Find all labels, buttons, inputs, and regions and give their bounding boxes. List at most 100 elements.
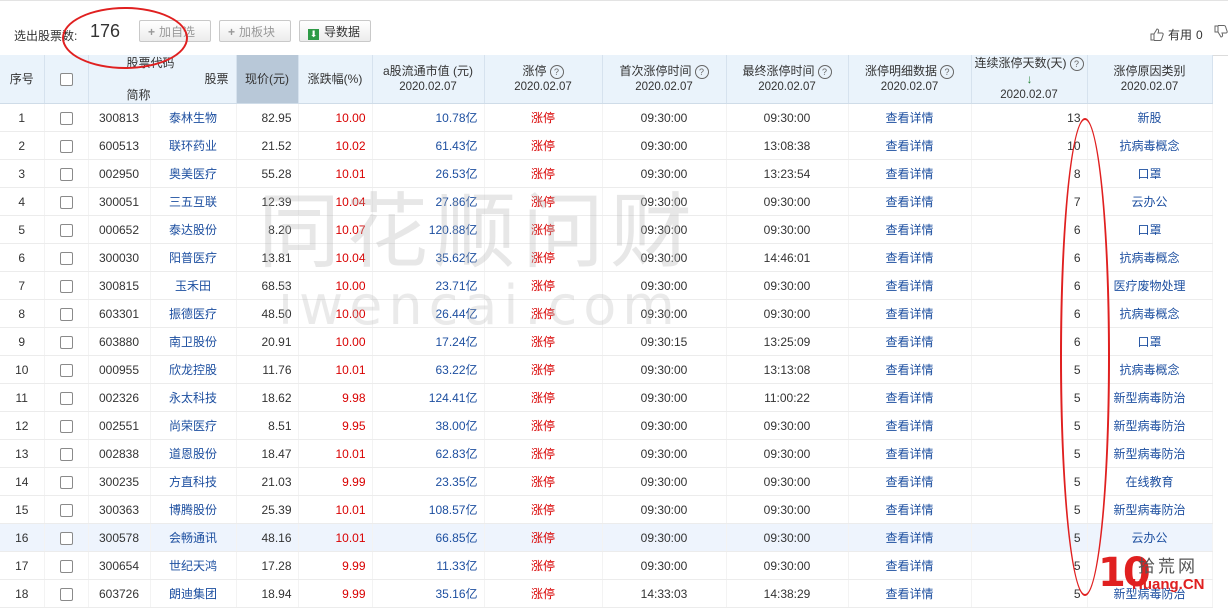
cell-name[interactable]: 振德医疗: [150, 299, 237, 328]
cell-name[interactable]: 朗迪集团: [150, 579, 237, 608]
cell-reason[interactable]: 云办公: [1087, 187, 1213, 216]
cell-mktcap[interactable]: 66.85亿: [372, 523, 485, 552]
cell-detail[interactable]: 查看详情: [848, 383, 972, 412]
cell-mktcap[interactable]: 61.43亿: [372, 131, 485, 160]
help-icon[interactable]: ?: [549, 65, 564, 79]
col-mktcap[interactable]: a股流通市值 (元) 2020.02.07: [372, 55, 485, 104]
table-row[interactable]: 14 300235 方直科技 21.03 9.99 23.35亿 涨停 09:30:00 09:…: [0, 467, 1213, 496]
table-row[interactable]: 2 600513 联环药业 21.52 10.02 61.43亿 涨停 09:30:00 13:…: [0, 131, 1213, 160]
col-last-time[interactable]: 最终涨停时间? 2020.02.07: [726, 55, 849, 104]
row-checkbox[interactable]: [59, 559, 73, 573]
col-streak[interactable]: 连续涨停天数(天) ? ↓ 2020.02.07: [971, 55, 1088, 104]
table-row[interactable]: 17 300654 世纪天鸿 17.28 9.99 11.33亿 涨停 09:30:00 09:…: [0, 551, 1213, 580]
cell-reason[interactable]: 云办公: [1087, 523, 1213, 552]
table-row[interactable]: 5 000652 泰达股份 8.20 10.07 120.88亿 涨停 09:30:00 09:…: [0, 215, 1213, 244]
cell-reason[interactable]: [1087, 551, 1213, 580]
cell-mktcap[interactable]: 23.35亿: [372, 467, 485, 496]
cell-name[interactable]: 博腾股份: [150, 495, 237, 524]
row-checkbox[interactable]: [59, 391, 73, 405]
cell-detail[interactable]: 查看详情: [848, 439, 972, 468]
row-checkbox[interactable]: [59, 503, 73, 517]
cell-detail[interactable]: 查看详情: [848, 187, 972, 216]
cell-name[interactable]: 世纪天鸿: [150, 551, 237, 580]
cell-name[interactable]: 泰达股份: [150, 215, 237, 244]
cell-detail[interactable]: 查看详情: [848, 271, 972, 300]
table-row[interactable]: 7 300815 玉禾田 68.53 10.00 23.71亿 涨停 09:30:00 09:3…: [0, 271, 1213, 300]
cell-detail[interactable]: 查看详情: [848, 243, 972, 272]
cell-detail[interactable]: 查看详情: [848, 467, 972, 496]
table-row[interactable]: 3 002950 奥美医疗 55.28 10.01 26.53亿 涨停 09:30:00 13:…: [0, 159, 1213, 188]
cell-name[interactable]: 永太科技: [150, 383, 237, 412]
row-checkbox[interactable]: [59, 363, 73, 377]
cell-mktcap[interactable]: 38.00亿: [372, 411, 485, 440]
cell-name[interactable]: 南卫股份: [150, 327, 237, 356]
row-checkbox[interactable]: [59, 279, 73, 293]
select-all-checkbox[interactable]: [59, 73, 73, 87]
cell-name[interactable]: 尚荣医疗: [150, 411, 237, 440]
table-row[interactable]: 6 300030 阳普医疗 13.81 10.04 35.62亿 涨停 09:30:00 14:…: [0, 243, 1213, 272]
row-checkbox[interactable]: [59, 447, 73, 461]
table-row[interactable]: 15 300363 博腾股份 25.39 10.01 108.57亿 涨停 09:30:00 0…: [0, 495, 1213, 524]
cell-detail[interactable]: 查看详情: [848, 411, 972, 440]
cell-detail[interactable]: 查看详情: [848, 523, 972, 552]
row-checkbox[interactable]: [59, 111, 73, 125]
table-row[interactable]: 10 000955 欣龙控股 11.76 10.01 63.22亿 涨停 09:30:00 13…: [0, 355, 1213, 384]
col-seq[interactable]: 序号: [0, 55, 45, 104]
help-icon[interactable]: ?: [1069, 57, 1084, 71]
add-block-button[interactable]: + 加板块: [219, 20, 291, 42]
cell-detail[interactable]: 查看详情: [848, 215, 972, 244]
cell-mktcap[interactable]: 27.86亿: [372, 187, 485, 216]
cell-mktcap[interactable]: 23.71亿: [372, 271, 485, 300]
cell-mktcap[interactable]: 62.83亿: [372, 439, 485, 468]
table-row[interactable]: 1 300813 泰林生物 82.95 10.00 10.78亿 涨停 09:30:00 09:…: [0, 103, 1213, 132]
cell-detail[interactable]: 查看详情: [848, 131, 972, 160]
cell-name[interactable]: 欣龙控股: [150, 355, 237, 384]
cell-name[interactable]: 泰林生物: [150, 103, 237, 132]
table-row[interactable]: 9 603880 南卫股份 20.91 10.00 17.24亿 涨停 09:30:15 13:…: [0, 327, 1213, 356]
table-row[interactable]: 11 002326 永太科技 18.62 9.98 124.41亿 涨停 09:30:00 11…: [0, 383, 1213, 412]
cell-mktcap[interactable]: 17.24亿: [372, 327, 485, 356]
help-icon[interactable]: ?: [694, 65, 709, 79]
cell-name[interactable]: 三五互联: [150, 187, 237, 216]
cell-reason[interactable]: 新股: [1087, 103, 1213, 132]
cell-name[interactable]: 奥美医疗: [150, 159, 237, 188]
export-data-button[interactable]: ⬇ 导数据: [299, 20, 371, 42]
cell-name[interactable]: 联环药业: [150, 131, 237, 160]
sort-desc-icon[interactable]: ↓: [1027, 72, 1033, 86]
cell-mktcap[interactable]: 63.22亿: [372, 355, 485, 384]
row-checkbox[interactable]: [59, 475, 73, 489]
help-icon[interactable]: ?: [940, 65, 954, 79]
help-icon[interactable]: ?: [817, 65, 832, 79]
row-checkbox[interactable]: [59, 195, 73, 209]
col-limitup[interactable]: 涨停? 2020.02.07: [484, 55, 603, 104]
row-checkbox[interactable]: [59, 587, 73, 601]
table-row[interactable]: 12 002551 尚荣医疗 8.51 9.95 38.00亿 涨停 09:30:00 09:3…: [0, 411, 1213, 440]
cell-detail[interactable]: 查看详情: [848, 495, 972, 524]
table-row[interactable]: 18 603726 朗迪集团 18.94 9.99 35.16亿 涨停 14:33:03 14:…: [0, 579, 1213, 608]
col-first-time[interactable]: 首次涨停时间? 2020.02.07: [602, 55, 727, 104]
row-checkbox[interactable]: [59, 419, 73, 433]
row-checkbox[interactable]: [59, 167, 73, 181]
cell-name[interactable]: 玉禾田: [150, 271, 237, 300]
cell-mktcap[interactable]: 120.88亿: [372, 215, 485, 244]
cell-mktcap[interactable]: 26.53亿: [372, 159, 485, 188]
cell-reason[interactable]: 口罩: [1087, 159, 1213, 188]
cell-detail[interactable]: 查看详情: [848, 551, 972, 580]
row-checkbox[interactable]: [59, 223, 73, 237]
useful-button[interactable]: 有用 0: [1150, 26, 1203, 43]
cell-mktcap[interactable]: 26.44亿: [372, 299, 485, 328]
cell-detail[interactable]: 查看详情: [848, 579, 972, 608]
col-detail[interactable]: 涨停明细数据? 2020.02.07: [848, 55, 972, 104]
col-price[interactable]: 现价(元): [236, 55, 299, 104]
row-checkbox[interactable]: [59, 335, 73, 349]
cell-mktcap[interactable]: 35.62亿: [372, 243, 485, 272]
row-checkbox[interactable]: [59, 251, 73, 265]
thumbs-down-icon[interactable]: [1214, 25, 1228, 39]
row-checkbox[interactable]: [59, 531, 73, 545]
cell-mktcap[interactable]: 108.57亿: [372, 495, 485, 524]
cell-mktcap[interactable]: 35.16亿: [372, 579, 485, 608]
table-row[interactable]: 13 002838 道恩股份 18.47 10.01 62.83亿 涨停 09:30:00 09…: [0, 439, 1213, 468]
cell-mktcap[interactable]: 124.41亿: [372, 383, 485, 412]
cell-mktcap[interactable]: 11.33亿: [372, 551, 485, 580]
col-select-all[interactable]: [44, 55, 89, 104]
